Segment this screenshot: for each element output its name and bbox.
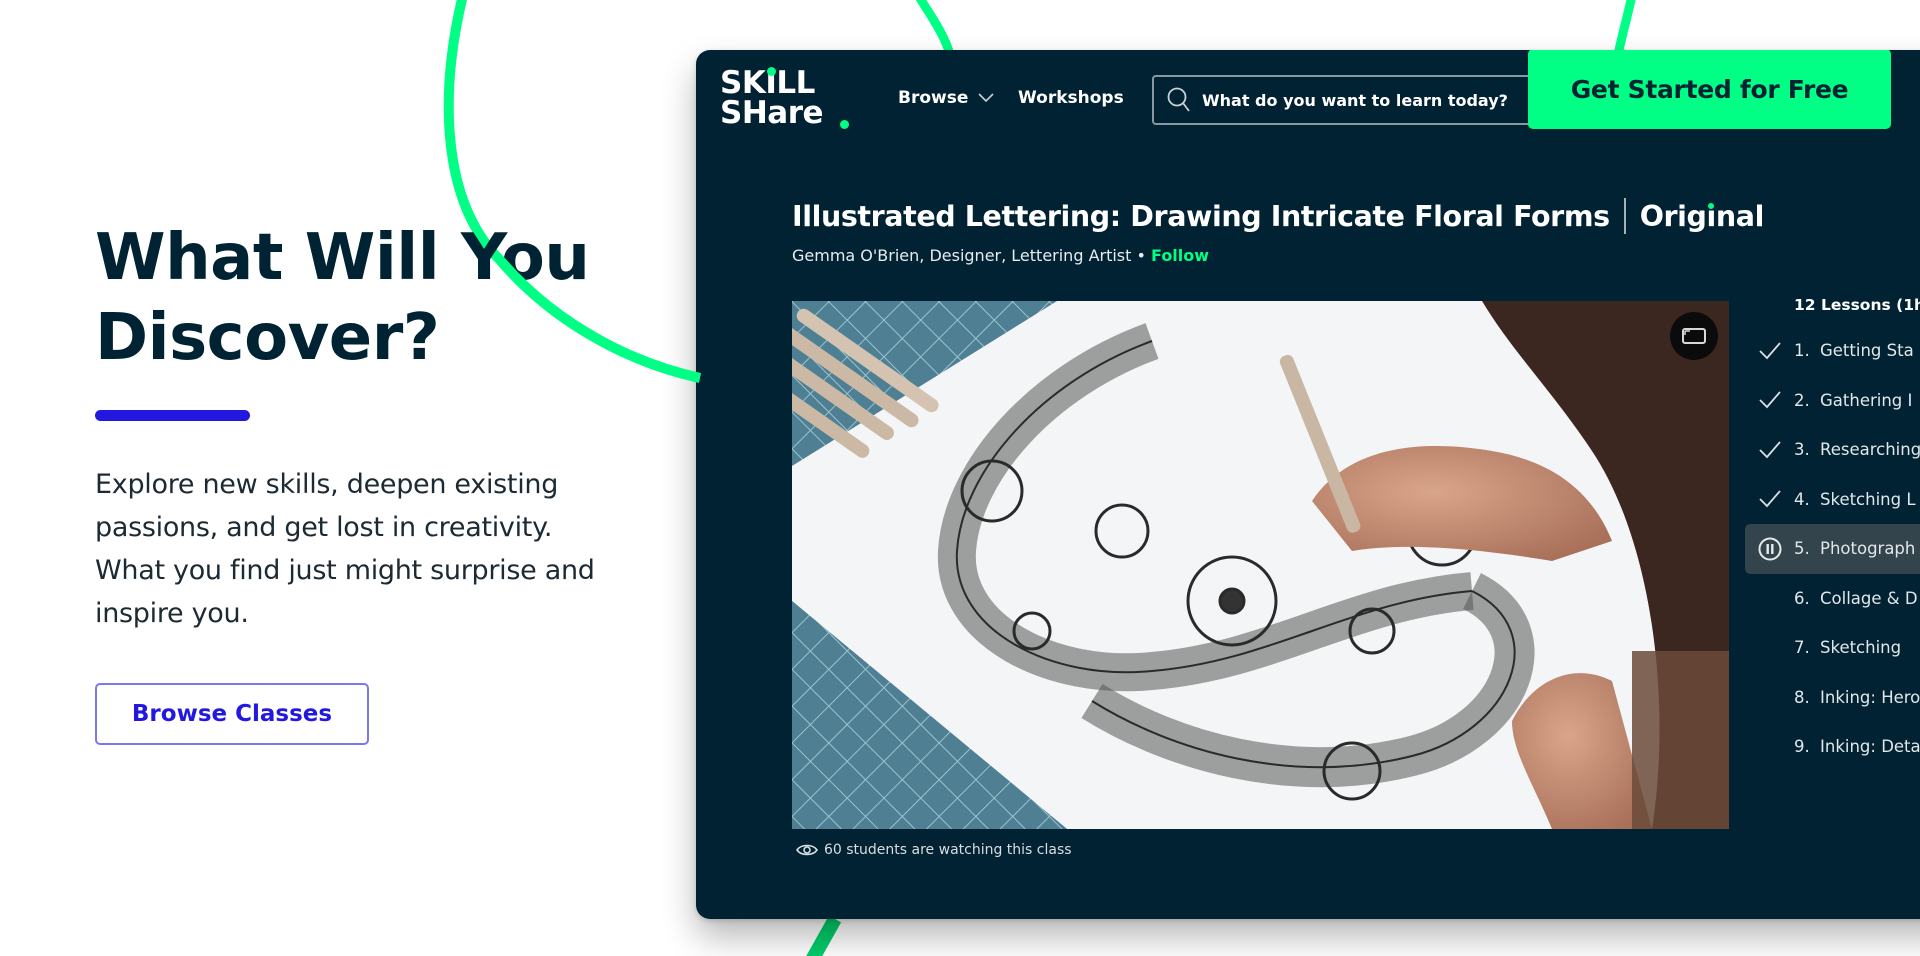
teacher-name[interactable]: Gemma O'Brien, Designer, Lettering Artis…	[792, 246, 1131, 265]
checkmark-icon	[1745, 341, 1794, 361]
logo-line2: SHare	[720, 95, 824, 131]
lesson-item[interactable]: 8. Inking: Hero	[1745, 673, 1920, 723]
watching-text: 60 students are watching this class	[824, 842, 1072, 858]
nav-browse-label: Browse	[898, 88, 969, 108]
lesson-title: Sketching	[1820, 638, 1902, 658]
title-separator	[1623, 198, 1626, 234]
hero-divider	[95, 410, 250, 421]
arc-right	[1613, 0, 1636, 56]
lesson-number: 6.	[1794, 588, 1810, 608]
lesson-item[interactable]: 1. Getting Sta	[1745, 326, 1920, 376]
class-title: Illustrated Lettering: Drawing Intricate…	[792, 198, 1764, 234]
hero-section: What Will You Discover? Explore new skil…	[95, 218, 615, 745]
checkmark-icon	[1745, 440, 1794, 460]
lesson-title: Inking: Hero	[1820, 687, 1920, 707]
lesson-title: Getting Sta	[1820, 341, 1914, 361]
lesson-number: 2.	[1794, 390, 1810, 410]
lesson-title: Sketching L	[1820, 489, 1916, 509]
original-badge: Origınal	[1639, 199, 1765, 233]
watching-count: 60 students are watching this class	[796, 842, 1072, 858]
search-input[interactable]	[1202, 90, 1532, 110]
pause-icon	[1745, 537, 1794, 561]
nav-workshops[interactable]: Workshops	[1018, 88, 1124, 108]
hero-title-line1: What Will You	[95, 221, 590, 295]
lesson-item[interactable]: 9. Inking: Deta	[1745, 722, 1920, 772]
picture-in-picture-button[interactable]	[1670, 312, 1718, 360]
follow-link[interactable]: Follow	[1151, 246, 1209, 265]
lesson-title: Researching	[1820, 440, 1920, 460]
lesson-item[interactable]: 6. Collage & D	[1745, 574, 1920, 624]
eye-icon	[796, 844, 818, 856]
lesson-number: 5.	[1794, 539, 1810, 559]
lesson-number: 7.	[1794, 638, 1810, 658]
lesson-item[interactable]: 4. Sketching L	[1745, 475, 1920, 525]
browse-classes-button[interactable]: Browse Classes	[95, 683, 369, 745]
lesson-number: 4.	[1794, 489, 1810, 509]
lesson-number: 9.	[1794, 737, 1810, 757]
video-thumbnail	[792, 301, 1729, 829]
hero-title-line2: Discover?	[95, 301, 440, 375]
checkmark-icon	[1745, 489, 1794, 509]
lesson-number: 8.	[1794, 687, 1810, 707]
original-badge-i: ı	[1706, 199, 1717, 233]
hero-title: What Will You Discover?	[95, 218, 615, 378]
lessons-list: 12 Lessons (1h 1. Getting Sta 2. Gathering …	[1745, 296, 1920, 772]
lesson-title: Gathering I	[1820, 390, 1913, 410]
arc-bottom	[806, 915, 842, 956]
lesson-item[interactable]: 5. Photograph	[1745, 524, 1920, 574]
get-started-button[interactable]: Get Started for Free	[1528, 50, 1891, 129]
lesson-item[interactable]: 7. Sketching	[1745, 623, 1920, 673]
lesson-title: Collage & D	[1820, 588, 1918, 608]
original-badge-post: nal	[1715, 199, 1765, 233]
checkmark-icon	[1745, 390, 1794, 410]
lesson-item[interactable]: 2. Gathering I	[1745, 376, 1920, 426]
search-icon	[1167, 87, 1190, 112]
lesson-item[interactable]: 3. Researching	[1745, 425, 1920, 475]
hero-description: Explore new skills, deepen existing pass…	[95, 469, 595, 629]
lesson-number: 1.	[1794, 341, 1810, 361]
chevron-down-icon	[978, 93, 994, 103]
lessons-header: 12 Lessons (1h	[1794, 296, 1920, 314]
video-player[interactable]	[792, 301, 1729, 829]
logo-line1: SKILL	[720, 65, 815, 101]
lesson-number: 3.	[1794, 440, 1810, 460]
byline-separator: •	[1131, 246, 1152, 265]
logo-period-icon	[840, 120, 849, 129]
nav-browse[interactable]: Browse	[898, 88, 994, 108]
product-preview-panel: SKILL SHare Browse Workshops Get Started…	[696, 50, 1920, 919]
logo-dot-icon	[767, 67, 776, 76]
picture-in-picture-icon	[1682, 328, 1706, 344]
original-badge-pre: Orig	[1639, 199, 1707, 233]
teacher-byline: Gemma O'Brien, Designer, Lettering Artis…	[792, 246, 1209, 265]
lesson-title: Inking: Deta	[1820, 737, 1920, 757]
lesson-title: Photograph	[1820, 539, 1916, 559]
search-box[interactable]	[1152, 75, 1552, 125]
arc-mid	[915, 0, 955, 57]
skillshare-logo[interactable]: SKILL SHare	[720, 65, 852, 132]
class-title-text: Illustrated Lettering: Drawing Intricate…	[792, 199, 1610, 233]
